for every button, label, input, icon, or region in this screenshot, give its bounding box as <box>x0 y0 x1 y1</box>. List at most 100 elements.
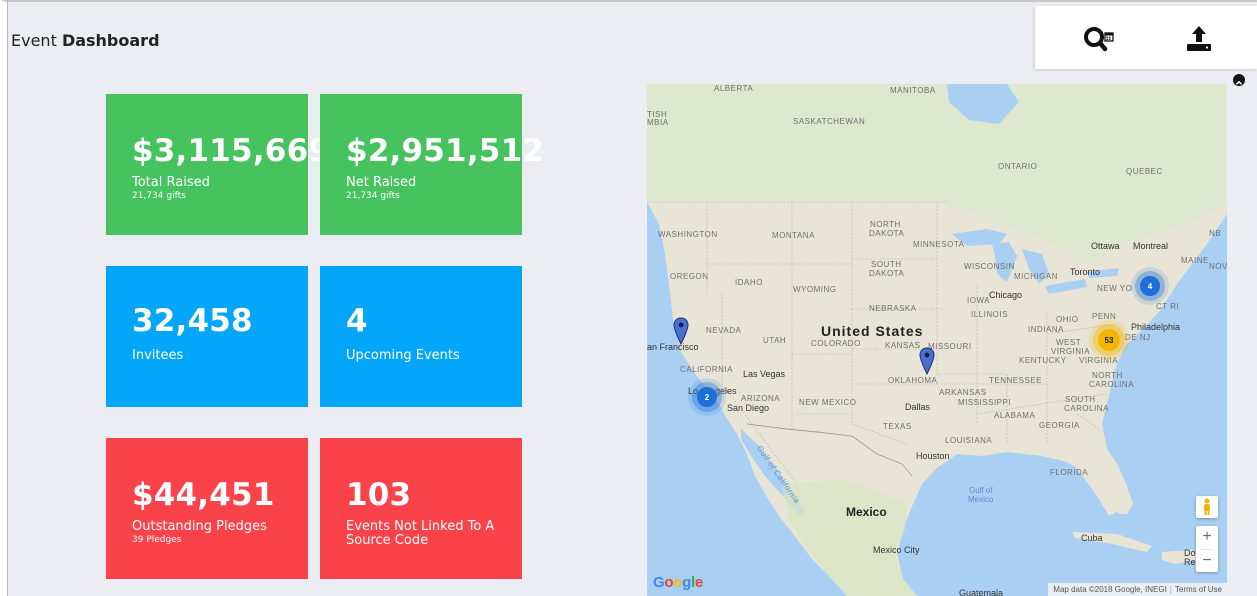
map-label-kentucky: KENTUCKY <box>1019 356 1067 365</box>
map-pin-kansas[interactable] <box>919 347 935 375</box>
map-city-montreal: Montreal <box>1133 241 1169 251</box>
map-cluster-mid-atlantic[interactable]: 53 <box>1098 329 1120 351</box>
outstanding-pledges-value: $44,451 <box>132 477 275 513</box>
map-label-north-dakota-b: DAKOTA <box>869 229 905 238</box>
map-city-san-diego: San Diego <box>727 403 770 413</box>
card-net-raised[interactable]: $2,951,512 Net Raised 21,734 gifts <box>320 94 545 235</box>
terms-of-use-link[interactable]: Terms of Use <box>1175 585 1222 594</box>
map-city-guatemala: Guatemala <box>959 588 1004 596</box>
map-pin-icon <box>673 317 689 345</box>
map-label-british-columbia-b: MBIA <box>647 118 669 127</box>
map-label-idaho: IDAHO <box>735 278 763 287</box>
map-label-south-dakota-b: DAKOTA <box>869 269 905 278</box>
map-label-iowa: IOWA <box>967 296 991 305</box>
map-city-mexico-city: Mexico City <box>873 545 920 555</box>
chevron-up-icon <box>1235 80 1243 85</box>
events-not-linked-label-line1: Events Not Linked To A <box>346 519 495 534</box>
map-label-arkansas: ARKANSAS <box>939 388 987 397</box>
outstanding-pledges-label: Outstanding Pledges <box>132 519 267 534</box>
attribution-separator: | <box>1169 585 1172 594</box>
map-label-wyoming: WYOMING <box>793 285 837 294</box>
card-upcoming-events[interactable]: 4 Upcoming Events <box>320 266 522 407</box>
map-label-utah: UTAH <box>763 336 787 345</box>
map-label-west-virginia-b: VIRGINIA <box>1051 347 1091 356</box>
map-label-saskatchewan: SASKATCHEWAN <box>793 117 866 126</box>
map-label-california: CALIFORNIA <box>680 365 734 374</box>
upload-button[interactable] <box>1182 22 1216 56</box>
map-label-north-dakota-a: NORTH <box>870 220 901 229</box>
pegman-icon <box>1204 498 1210 515</box>
page-title-bold: Dashboard <box>61 31 160 50</box>
map-label-oregon: OREGON <box>670 272 709 281</box>
map-label-north-carolina-a: NORTH <box>1092 371 1123 380</box>
upload-icon <box>1187 26 1211 51</box>
map-label-colorado: COLORADO <box>811 339 861 348</box>
map-label-quebec: QUEBEC <box>1126 167 1163 176</box>
map-city-cuba: Cuba <box>1081 533 1103 543</box>
google-logo-letter: G <box>653 574 665 591</box>
map-city-toronto: Toronto <box>1070 267 1101 277</box>
page-title-prefix: Event <box>11 31 57 50</box>
card-events-not-linked[interactable]: 103 Events Not Linked To A Source Code <box>320 438 522 579</box>
map-city-ottawa: Ottawa <box>1091 241 1120 251</box>
map-label-michigan: MICHIGAN <box>1014 272 1058 281</box>
map-label-ct-ri: CT RI <box>1156 302 1180 311</box>
map-label-new-mexico: NEW MEXICO <box>799 398 857 407</box>
map-label-minnesota: MINNESOTA <box>913 240 965 249</box>
map-label-alabama: ALABAMA <box>994 411 1036 420</box>
map-label-florida: FLORIDA <box>1050 468 1089 477</box>
zoom-out-button[interactable]: − <box>1196 550 1218 572</box>
map-label-de-nj: DE NJ <box>1125 333 1151 342</box>
net-raised-sub: 21,734 gifts <box>346 191 400 201</box>
map-label-north-carolina-b: CAROLINA <box>1089 380 1134 389</box>
map-country-us: United States <box>821 323 924 339</box>
map-label-west-virginia-a: WEST <box>1056 338 1082 347</box>
map-label-tennessee: TENNESSEE <box>989 376 1042 385</box>
map-label-wisconsin: WISCONSIN <box>964 262 1015 271</box>
map-label-washington: WASHINGTON <box>658 230 718 239</box>
map-label-ohio: OHIO <box>1056 315 1079 324</box>
street-view-button[interactable] <box>1196 496 1218 518</box>
invitees-label: Invitees <box>132 348 184 363</box>
map-label-new-york: NEW YO <box>1097 284 1133 293</box>
collapse-toggle-button[interactable] <box>1233 74 1245 86</box>
search-calendar-button[interactable] <box>1081 22 1115 56</box>
card-invitees[interactable]: 32,458 Invitees <box>106 266 308 407</box>
google-logo-letter: o <box>664 574 674 591</box>
map-label-south-carolina-b: CAROLINA <box>1064 404 1109 413</box>
upcoming-events-label: Upcoming Events <box>346 348 460 363</box>
map-label-illinois: ILLINOIS <box>971 310 1008 319</box>
events-not-linked-label: Events Not Linked To A Source Code <box>346 520 522 548</box>
map-cluster-los-angeles[interactable]: 2 <box>697 387 717 407</box>
total-raised-sub: 21,734 gifts <box>132 191 186 201</box>
card-outstanding-pledges[interactable]: $44,451 Outstanding Pledges 39 Pledges <box>106 438 308 579</box>
zoom-in-button[interactable]: + <box>1196 526 1218 549</box>
map-pin-san-francisco[interactable] <box>673 317 689 345</box>
map-city-chicago: Chicago <box>989 290 1023 300</box>
google-logo[interactable]: Google <box>653 574 703 591</box>
google-logo-letter: e <box>694 574 703 591</box>
map-cluster-northeast[interactable]: 4 <box>1140 276 1160 296</box>
google-logo-letter: g <box>682 574 691 591</box>
outstanding-pledges-sub: 39 Pledges <box>132 535 182 545</box>
map-label-virginia: VIRGINIA <box>1079 356 1119 365</box>
search-calendar-icon <box>1084 27 1114 52</box>
map-label-south-carolina-a: SOUTH <box>1065 395 1096 404</box>
map-country-mexico: Mexico <box>846 505 887 519</box>
map-zoom-control: + − <box>1196 526 1218 572</box>
map-label-kansas: KANSAS <box>885 341 921 350</box>
map-label-penn: PENN <box>1092 312 1117 321</box>
net-raised-value: $2,951,512 <box>346 133 545 169</box>
map-water-gulf-of-mexico-b: Mexico <box>968 495 994 504</box>
map-city-los-angeles-b: geles <box>715 386 737 396</box>
event-map[interactable]: ALBERTA TISH MBIA MANITOBA SASKATCHEWAN … <box>647 84 1227 596</box>
map-attribution: Map data ©2018 Google, INEGI | Terms of Us… <box>1048 583 1227 596</box>
map-pin-icon <box>919 347 935 375</box>
toolbar <box>1035 6 1257 69</box>
map-city-philadelphia: Philadelphia <box>1131 322 1181 332</box>
total-raised-value: $3,115,669 <box>132 133 331 169</box>
page-title: Event Dashboard <box>11 31 160 50</box>
card-total-raised[interactable]: $3,115,669 Total Raised 21,734 gifts <box>106 94 331 235</box>
map-label-manitoba: MANITOBA <box>890 86 936 95</box>
map-label-nb: NB <box>1209 229 1222 238</box>
